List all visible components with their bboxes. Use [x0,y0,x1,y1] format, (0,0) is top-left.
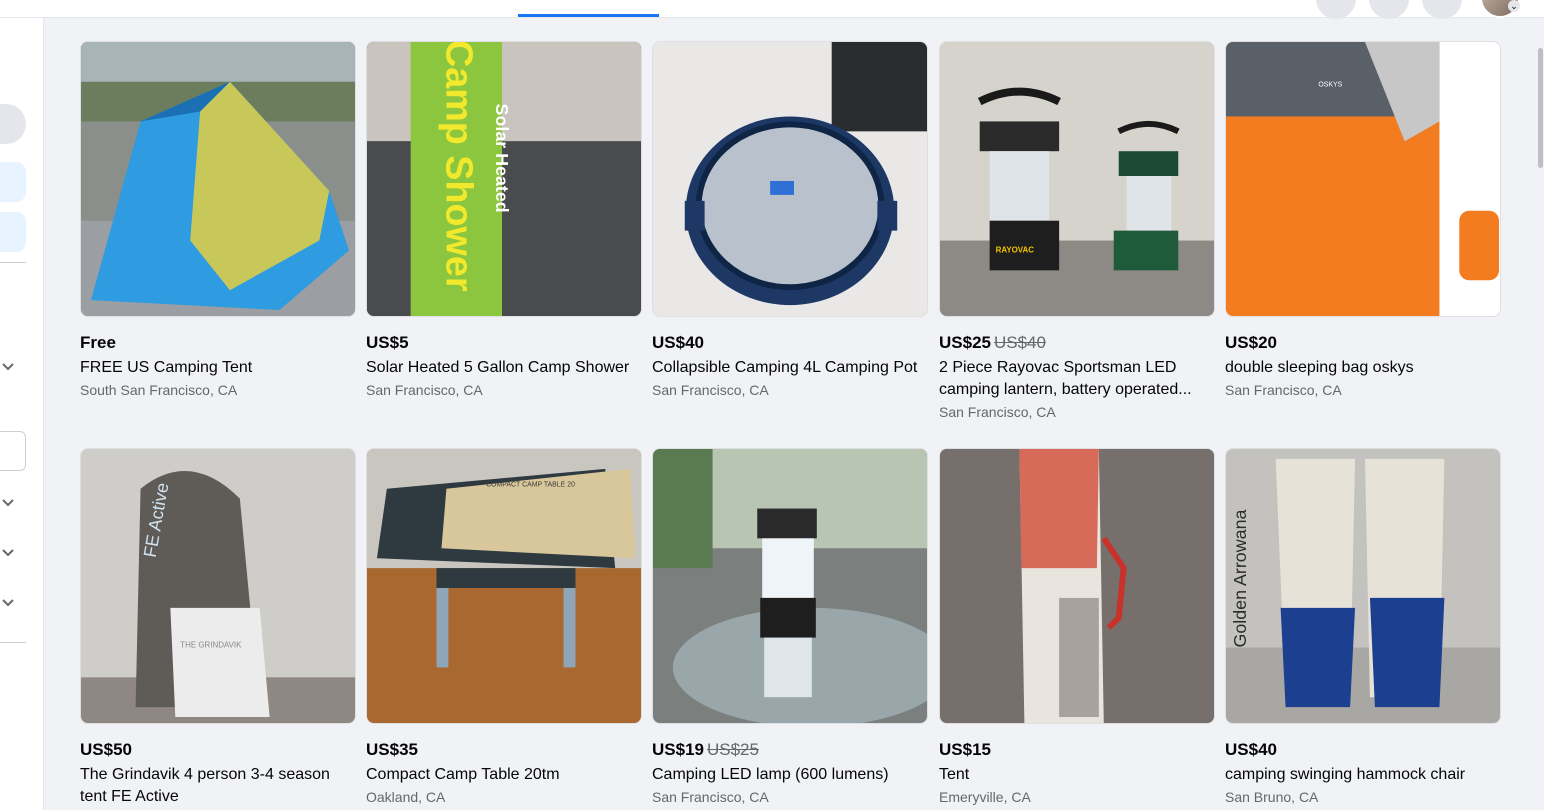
listing-original-price: US$40 [993,333,1046,352]
messenger-icon[interactable] [1316,0,1356,19]
listing-location: San Francisco, CA [1225,382,1342,398]
listing-photo[interactable]: Solar Heated Camp Shower [366,41,642,317]
sidebar-divider [0,262,26,263]
listing-photo[interactable]: FE Active THE GRINDAVIK [80,448,356,724]
listing-card[interactable]: Solar Heated Camp Shower US$5 Solar Heat… [366,41,642,400]
listing-location: San Bruno, CA [1225,789,1319,805]
listing-title: FREE US Camping Tent [80,359,253,376]
chevron-down-icon[interactable] [0,595,16,611]
sidebar-location-field[interactable] [0,431,26,471]
top-navigation-bar: ⌄ [0,0,1544,19]
listing-price: Free [80,333,116,352]
listing-location: San Francisco, CA [652,789,769,805]
listing-location: Emeryville, CA [939,789,1031,805]
listing-price: US$19 [652,740,704,759]
listing-photo[interactable] [652,41,928,317]
listing-photo[interactable]: Golden Arrowana [1225,448,1501,724]
table-box-label: COMPACT CAMP TABLE 20 [486,482,575,489]
listing-title: 2 Piece Rayovac Sportsman LED camping la… [939,359,1192,398]
listing-card[interactable]: US$40 Collapsible Camping 4L Camping Pot… [652,41,928,400]
listing-title: The Grindavik 4 person 3-4 season tent F… [80,766,330,805]
listing-price: US$40 [1225,740,1277,759]
listing-photo[interactable] [939,448,1215,724]
tent-tag-label: THE GRINDAVIK [180,641,242,650]
listing-location: San Francisco, CA [366,382,483,398]
sleeping-bag-brand-label: OSKYS [1318,82,1342,89]
listing-photo[interactable] [652,448,928,724]
listing-title: double sleeping bag oskys [1225,359,1414,376]
menu-icon[interactable] [1422,0,1462,19]
listing-title: Compact Camp Table 20tm [366,766,560,783]
chevron-down-icon[interactable] [0,359,16,375]
listing-card[interactable]: RAYOVAC US$25 US$40 2 Piece Rayovac Sport… [939,41,1215,422]
listing-photo[interactable]: OSKYS [1225,41,1501,317]
listing-card[interactable]: US$19 US$25 Camping LED lamp (600 lumens)… [652,448,928,807]
listing-card[interactable]: Golden Arrowana US$40 camping swinging h… [1225,448,1501,807]
shower-product-name: Camp Shower [438,42,480,292]
account-chevron-down-icon[interactable]: ⌄ [1508,0,1520,12]
listing-title: Solar Heated 5 Gallon Camp Shower [366,359,630,376]
listing-photo[interactable]: COMPACT CAMP TABLE 20 [366,448,642,724]
scrollbar-thumb[interactable] [1538,48,1543,168]
listing-location: Oakland, CA [366,789,446,805]
listing-price: US$5 [366,333,409,352]
listing-card[interactable]: Free FREE US Camping Tent South San Fran… [80,41,356,400]
hammock-brand-label: Golden Arrowana [1230,509,1250,647]
listing-title: Collapsible Camping 4L Camping Pot [652,359,918,376]
chevron-down-icon[interactable] [0,495,16,511]
listing-card[interactable]: FE Active THE GRINDAVIK US$50 The Grinda… [80,448,356,809]
listing-card[interactable]: COMPACT CAMP TABLE 20 US$35 Compact Camp… [366,448,642,807]
listing-price: US$50 [80,740,132,759]
listing-card[interactable]: OSKYS US$20 double sleeping bag oskys Sa… [1225,41,1501,400]
listing-location: San Francisco, CA [939,404,1056,420]
listing-price: US$20 [1225,333,1277,352]
listing-location: South San Francisco, CA [80,382,238,398]
sidebar [0,18,44,810]
listing-price: US$25 [939,333,991,352]
listing-price: US$35 [366,740,418,759]
sidebar-item-browse-all[interactable] [0,162,26,202]
listing-title: Camping LED lamp (600 lumens) [652,766,889,783]
listing-card[interactable]: US$15 Tent Emeryville, CA [939,448,1215,807]
listing-photo[interactable]: RAYOVAC [939,41,1215,317]
chevron-down-icon[interactable] [0,545,16,561]
listing-title: camping swinging hammock chair [1225,766,1466,783]
sidebar-item-notifications[interactable] [0,212,26,252]
active-tab-indicator [518,14,659,17]
sidebar-search-input[interactable] [0,104,26,144]
page-scrollbar[interactable] [1536,18,1544,810]
shower-label: Solar Heated [492,104,512,213]
lantern-brand-label: RAYOVAC [996,245,1035,254]
sidebar-divider [0,642,26,643]
notifications-icon[interactable] [1369,0,1409,19]
listing-photo[interactable] [80,41,356,317]
listing-price: US$40 [652,333,704,352]
listing-location: San Francisco, CA [652,382,769,398]
listing-title: Tent [939,766,970,783]
listing-price: US$15 [939,740,991,759]
listing-original-price: US$25 [706,740,759,759]
